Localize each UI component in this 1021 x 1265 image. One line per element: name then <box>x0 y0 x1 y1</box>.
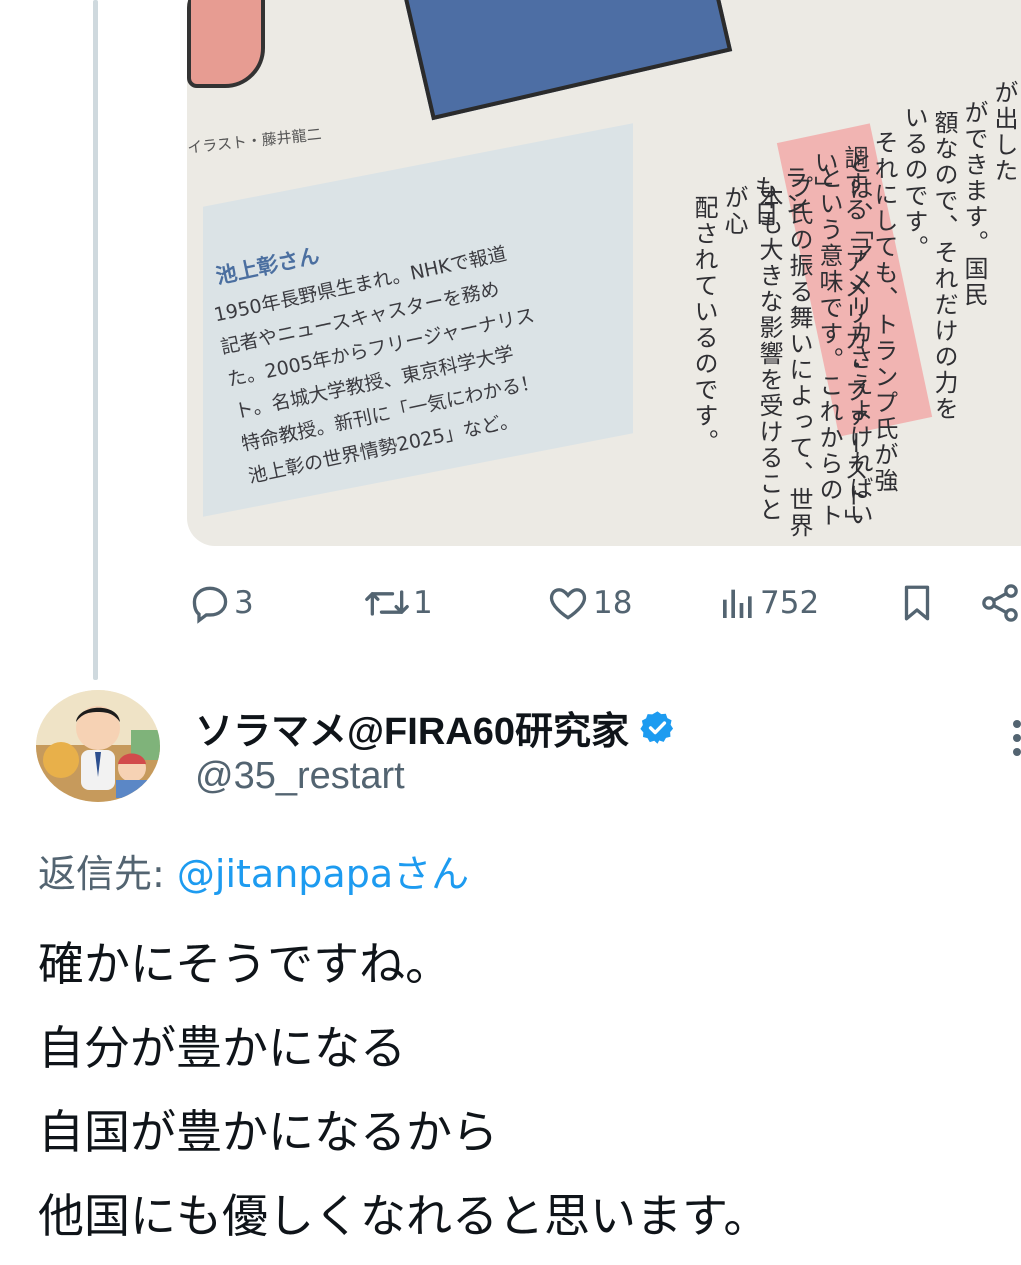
image-credit: イラスト・藤井龍二 <box>187 125 323 157</box>
reply-text-line: 確かにそうですね。 <box>38 937 452 991</box>
reply-to-line: 返信先: @jitanpapaさん <box>38 843 469 898</box>
like-button[interactable]: 18 <box>545 578 632 628</box>
reply-text-line: 他国にも優しくなれると思います。 <box>38 1189 770 1243</box>
share-icon <box>982 584 1018 622</box>
illustration-suit <box>389 0 733 121</box>
illustration-hand <box>187 0 265 88</box>
views-count: 752 <box>760 585 820 621</box>
retweet-icon <box>365 590 409 616</box>
reply-icon <box>192 586 228 624</box>
verified-badge-icon <box>640 711 674 744</box>
like-icon <box>549 588 587 620</box>
reply-to-mention[interactable]: @jitanpapaさん <box>177 852 469 896</box>
like-count: 18 <box>593 585 633 621</box>
article-column: 配されているのです。 <box>690 195 718 455</box>
thread-connector-line <box>93 0 98 680</box>
share-button[interactable] <box>978 578 1021 628</box>
display-name[interactable]: ソラマメ@FIRA60研究家 <box>195 700 629 755</box>
reply-to-label: 返信先: <box>38 852 165 896</box>
retweet-count: 1 <box>413 585 433 621</box>
reply-text-line: 自分が豊かになる <box>38 1021 406 1075</box>
views-button[interactable]: 752 <box>718 578 819 628</box>
more-options-icon[interactable] <box>1010 718 1021 758</box>
avatar-illustration <box>36 690 160 802</box>
article-column: ができます。国民 <box>960 100 988 308</box>
reply-text: 確かにそうですね。 自分が豊かになる 自国が豊かになるから 他国にも優しくなれる… <box>38 922 769 1258</box>
reply-count: 3 <box>234 585 254 621</box>
tweet-action-bar: 3 1 18 752 <box>188 578 1021 628</box>
tweet-image[interactable]: イラスト・藤井龍二 池上彰さん 1950年長野県生まれ。NHKで報道 記者やニュ… <box>187 0 1021 546</box>
views-icon <box>723 589 752 618</box>
article-column: 額なので、それだけの力を <box>930 110 958 422</box>
article-column: が出した <box>990 80 1018 184</box>
retweet-button[interactable]: 1 <box>363 578 433 628</box>
article-column: 本も大きな影響を受けることが心 <box>720 185 783 523</box>
user-handle[interactable]: @35_restart <box>195 755 405 798</box>
avatar[interactable] <box>36 690 160 802</box>
bookmark-button[interactable] <box>896 578 938 628</box>
article-column: いるのです。 <box>900 105 928 261</box>
reply-button[interactable]: 3 <box>188 578 254 628</box>
reply-text-line: 自国が豊かになるから <box>38 1105 498 1159</box>
bookmark-icon <box>904 585 930 621</box>
reply-author-name[interactable]: ソラマメ@FIRA60研究家 <box>195 700 676 755</box>
